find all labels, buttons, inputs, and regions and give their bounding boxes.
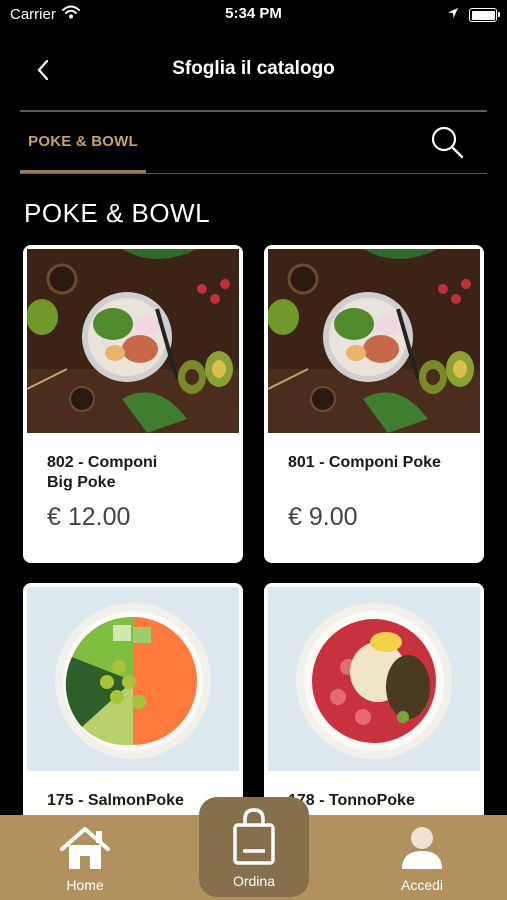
ordina-button[interactable]: Ordina bbox=[199, 797, 309, 897]
battery-icon bbox=[469, 8, 500, 22]
product-image bbox=[268, 249, 480, 433]
home-icon bbox=[60, 827, 110, 869]
tabs-divider bbox=[20, 173, 487, 174]
tab-home[interactable]: Home bbox=[25, 815, 145, 900]
shopping-bag-icon bbox=[233, 808, 275, 865]
tab-accedi-label: Accedi bbox=[400, 877, 444, 893]
product-card[interactable]: 802 - Componi Big Poke € 12.00 bbox=[23, 245, 243, 563]
status-bar: Carrier 5:34 PM bbox=[0, 0, 507, 28]
status-time: 5:34 PM bbox=[225, 5, 282, 22]
search-button[interactable] bbox=[429, 124, 465, 160]
product-name: 801 - Componi Poke bbox=[288, 454, 441, 471]
location-arrow-icon bbox=[447, 6, 459, 24]
product-image bbox=[27, 587, 239, 771]
tab-home-label: Home bbox=[66, 877, 104, 893]
product-image bbox=[27, 249, 239, 433]
product-image bbox=[268, 587, 480, 771]
product-name: 178 - TonnoPoke bbox=[288, 792, 415, 809]
user-icon bbox=[402, 827, 442, 869]
tab-accedi[interactable]: Accedi bbox=[362, 815, 482, 900]
product-price: € 12.00 bbox=[47, 503, 131, 531]
product-name: 802 - Componi Big Poke bbox=[47, 454, 158, 491]
category-tabs: POKE & BOWL bbox=[20, 112, 487, 174]
ordina-label: Ordina bbox=[232, 873, 276, 889]
tab-poke-bowl[interactable]: POKE & BOWL bbox=[20, 112, 146, 170]
section-title: POKE & BOWL bbox=[24, 198, 211, 228]
nav-bar: Sfoglia il catalogo bbox=[0, 40, 507, 96]
product-card[interactable]: 801 - Componi Poke € 9.00 bbox=[264, 245, 484, 563]
search-icon bbox=[431, 126, 464, 159]
status-right bbox=[447, 6, 500, 24]
page-title: Sfoglia il catalogo bbox=[172, 58, 335, 79]
product-price: € 9.00 bbox=[288, 503, 358, 531]
